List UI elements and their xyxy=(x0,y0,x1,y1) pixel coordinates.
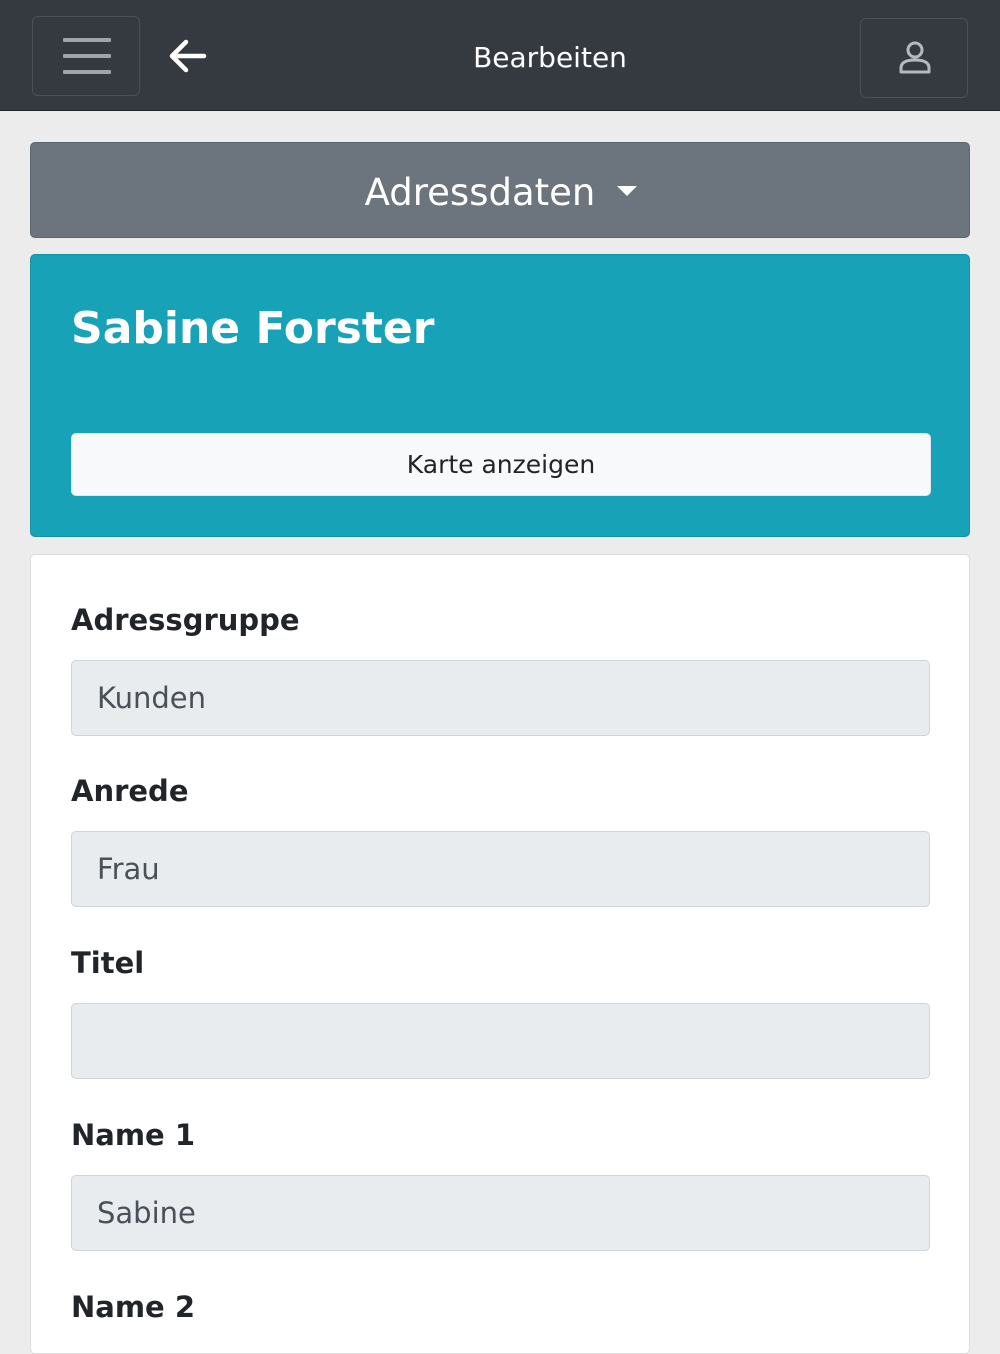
anrede-field[interactable]: Frau xyxy=(71,831,930,907)
titel-field[interactable] xyxy=(71,1003,930,1079)
address-form: Adressgruppe Kunden Anrede Frau Titel Na… xyxy=(30,554,970,1354)
field-label-adressgruppe: Adressgruppe xyxy=(71,603,300,637)
caret-down-icon xyxy=(617,185,638,196)
section-dropdown-label: Adressdaten xyxy=(31,171,971,215)
menu-toggle-button[interactable] xyxy=(32,16,140,96)
arrow-left-icon xyxy=(169,39,207,73)
field-label-name-1: Name 1 xyxy=(71,1118,196,1152)
user-account-button[interactable] xyxy=(860,18,968,98)
top-navbar: Bearbeiten xyxy=(0,0,1000,111)
page-title: Bearbeiten xyxy=(473,41,627,74)
back-button[interactable] xyxy=(166,36,210,76)
field-label-name-2: Name 2 xyxy=(71,1290,196,1324)
field-label-titel: Titel xyxy=(71,946,145,980)
adressgruppe-field[interactable]: Kunden xyxy=(71,660,930,736)
contact-header-card: Sabine Forster Karte anzeigen xyxy=(30,254,970,537)
field-label-anrede: Anrede xyxy=(71,774,189,808)
show-map-button[interactable]: Karte anzeigen xyxy=(71,433,931,496)
user-icon xyxy=(899,41,931,74)
section-dropdown[interactable]: Adressdaten xyxy=(30,142,970,238)
name-1-field[interactable]: Sabine xyxy=(71,1175,930,1251)
contact-name: Sabine Forster xyxy=(71,303,435,354)
